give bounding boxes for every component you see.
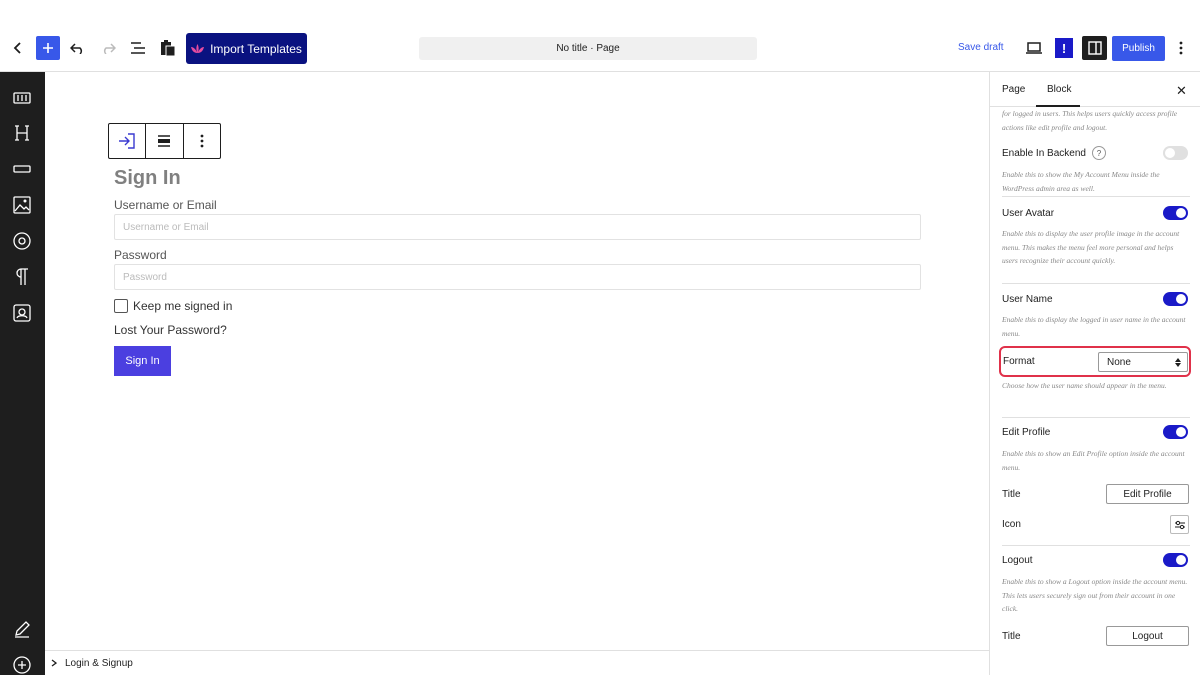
editor-canvas: Sign In Username or Email Username or Em…	[45, 72, 989, 650]
redo-icon	[103, 43, 116, 54]
enable-backend-help: Enable this to show the My Account Menu …	[1002, 170, 1160, 193]
lotus-icon	[191, 43, 205, 53]
edit-profile-icon-label: Icon	[1002, 519, 1021, 530]
undo-icon	[70, 43, 83, 54]
document-title-bar[interactable]: No title · Page	[419, 37, 757, 60]
help-icon[interactable]: ?	[1091, 146, 1106, 160]
sign-in-heading[interactable]: Sign In	[114, 167, 181, 190]
login-block-button[interactable]	[109, 124, 147, 158]
layout-icon[interactable]	[12, 88, 32, 108]
editor-top-bar: Import Templates No title · Page Save dr…	[0, 0, 1200, 72]
plus-icon	[43, 43, 53, 53]
chevron-right-icon	[51, 659, 57, 667]
lost-password-link[interactable]: Lost Your Password?	[114, 323, 227, 337]
divider	[1002, 196, 1190, 197]
add-block-button[interactable]	[36, 36, 60, 60]
preview-button[interactable]	[1024, 38, 1044, 58]
breadcrumb: Login & Signup	[45, 650, 989, 675]
logout-title-input[interactable]: Logout	[1106, 626, 1189, 646]
divider	[1002, 545, 1190, 546]
circle-icon[interactable]	[12, 231, 32, 251]
heading-icon[interactable]	[12, 123, 32, 143]
settings-sidebar-toggle[interactable]	[1082, 36, 1107, 60]
edit-profile-label: Edit Profile	[1002, 427, 1051, 438]
user-avatar-label: User Avatar	[1002, 208, 1055, 219]
breadcrumb-item[interactable]: Login & Signup	[65, 658, 133, 669]
logout-toggle[interactable]	[1163, 553, 1188, 567]
user-name-help: Enable this to display the logged in use…	[1002, 315, 1186, 338]
save-draft-button[interactable]: Save draft	[958, 42, 1004, 53]
edit-profile-title-input[interactable]: Edit Profile	[1106, 484, 1189, 504]
document-title: No title · Page	[556, 43, 620, 54]
logout-title-label: Title	[1002, 631, 1021, 642]
clipboard-icon	[161, 40, 176, 57]
icon-settings-icon	[1174, 520, 1185, 529]
add-circle-icon[interactable]	[12, 655, 32, 675]
enable-backend-text: Enable In Backend	[1002, 147, 1086, 159]
more-vertical-icon	[200, 134, 204, 148]
sidebar-icon	[1087, 41, 1102, 55]
redo-button[interactable]	[98, 36, 118, 60]
more-vertical-icon	[1179, 41, 1183, 55]
panel-tabs: Page Block ✕	[990, 72, 1200, 107]
user-name-toggle[interactable]	[1163, 292, 1188, 306]
format-highlight: Format None	[999, 346, 1191, 377]
clipboard-button[interactable]	[158, 36, 178, 60]
close-icon[interactable]: ✕	[1176, 83, 1187, 99]
document-overview-button[interactable]	[128, 36, 148, 60]
select-arrows-icon	[1175, 357, 1181, 367]
username-input[interactable]: Username or Email	[114, 214, 921, 240]
login-icon	[119, 133, 135, 149]
list-view-icon	[131, 42, 145, 54]
format-label: Format	[1003, 356, 1035, 367]
image-icon[interactable]	[12, 195, 32, 215]
user-avatar-help: Enable this to display the user profile …	[1002, 229, 1180, 265]
button-block-icon[interactable]	[12, 159, 32, 179]
publish-button[interactable]: Publish	[1112, 36, 1165, 61]
preview-icon	[1026, 42, 1042, 54]
divider	[1002, 283, 1190, 284]
edit-profile-title-label: Title	[1002, 489, 1021, 500]
paragraph-icon[interactable]	[12, 267, 32, 287]
align-icon	[158, 135, 171, 147]
username-label: Username or Email	[114, 198, 217, 212]
sign-in-button[interactable]: Sign In	[114, 346, 171, 376]
block-toolbar	[108, 123, 221, 159]
menu-help-text: for logged in users. This helps users qu…	[1002, 109, 1178, 132]
import-templates-button[interactable]: Import Templates	[186, 33, 307, 64]
block-options-button[interactable]	[184, 124, 220, 158]
format-help: Choose how the user name should appear i…	[1002, 381, 1167, 390]
password-input[interactable]: Password	[114, 264, 921, 290]
divider	[1002, 417, 1190, 418]
remember-checkbox[interactable]	[114, 299, 128, 313]
profile-icon[interactable]	[12, 303, 32, 323]
logout-label: Logout	[1002, 555, 1033, 566]
enable-backend-toggle[interactable]	[1163, 146, 1188, 160]
enable-backend-label: Enable In Backend ?	[1002, 146, 1106, 160]
password-label: Password	[114, 248, 167, 262]
tab-page[interactable]: Page	[1002, 84, 1025, 95]
undo-button[interactable]	[68, 36, 88, 60]
logout-help: Enable this to show a Logout option insi…	[1002, 577, 1188, 613]
more-options-button[interactable]	[1173, 38, 1189, 58]
edit-profile-help: Enable this to show an Edit Profile opti…	[1002, 449, 1185, 472]
edit-profile-toggle[interactable]	[1163, 425, 1188, 439]
format-select[interactable]: None	[1098, 352, 1188, 372]
remember-label: Keep me signed in	[133, 299, 233, 313]
block-inserter-sidebar	[0, 72, 45, 675]
edit-pen-icon[interactable]	[12, 619, 32, 639]
tab-block[interactable]: Block	[1047, 84, 1071, 95]
settings-panel: Page Block ✕ for logged in users. This h…	[989, 72, 1200, 675]
remember-me-row[interactable]: Keep me signed in	[114, 299, 232, 313]
align-button[interactable]	[146, 124, 184, 158]
icon-picker-button[interactable]	[1170, 515, 1189, 534]
format-value: None	[1107, 356, 1131, 368]
notice-button[interactable]: !	[1055, 38, 1073, 58]
user-avatar-toggle[interactable]	[1163, 206, 1188, 220]
back-icon[interactable]	[8, 36, 28, 60]
import-templates-label: Import Templates	[210, 41, 302, 56]
user-name-label: User Name	[1002, 294, 1053, 305]
